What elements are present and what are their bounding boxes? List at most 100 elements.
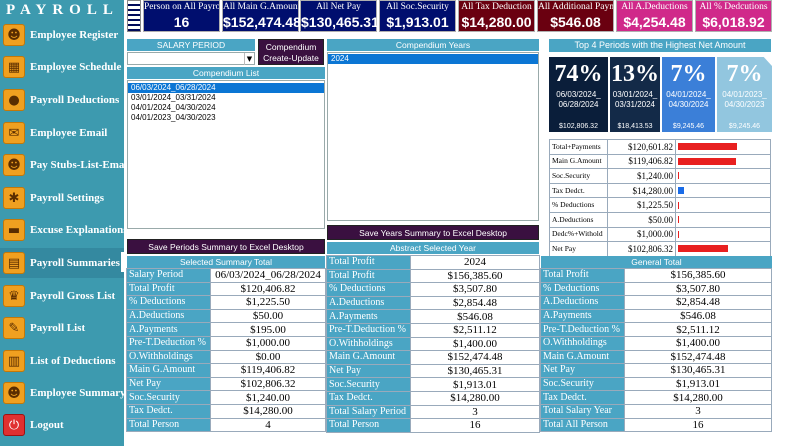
row-value: $1,400.00 <box>410 336 540 352</box>
nav-item-label: Payroll Deductions <box>30 94 120 106</box>
nav-item-label: Employee Summary <box>30 387 126 399</box>
table-row: % Deductions $1,225.50 <box>549 197 771 213</box>
employee-summary-icon: ☻ <box>3 382 25 404</box>
table-row: Tax Dedct. $14,280.00 <box>549 182 771 199</box>
table-row: Net Pay $102,806.32 <box>549 241 771 257</box>
nav-item-employee-email[interactable]: ✉ Employee Email <box>0 118 124 148</box>
compendium-list-title: Compendium List <box>127 67 325 79</box>
table-row: Pre-T.Deduction % $2,511.12 <box>326 322 540 338</box>
list-item[interactable]: 03/01/2024_03/31/2024 <box>128 93 324 103</box>
stat-card-value: $546.08 <box>550 14 601 30</box>
bar-cell <box>675 168 771 184</box>
compendium-years-list[interactable]: 2024 <box>327 52 539 221</box>
bar-label: Tax Dedct. <box>549 182 608 199</box>
row-label: Salary Period <box>126 268 211 283</box>
bar-cell <box>675 182 771 199</box>
salary-period-select[interactable]: ▼ <box>127 52 255 65</box>
nav-item-logout[interactable]: ⏻ Logout <box>0 410 124 440</box>
row-label: Total Profit <box>540 268 625 283</box>
bar-value: $120,601.82 <box>607 139 676 155</box>
tile-amount: $18,413.53 <box>617 123 653 130</box>
app-title: PAYROLL <box>6 2 119 18</box>
table-row: Total Salary Period 3 <box>326 404 540 420</box>
stat-card-value: $130,465.31 <box>301 14 379 30</box>
abstract-year-table: Total Profit 2024 Total Profit $156,385.60%… <box>326 255 540 433</box>
row-value: $3,507.80 <box>624 281 772 297</box>
gear-icon: ✱ <box>3 187 25 209</box>
save-years-button[interactable]: Save Years Summary to Excel Desktop <box>327 225 539 240</box>
table-row: % Deductions $3,507.80 <box>326 282 540 297</box>
tile-amount: $9,245.46 <box>672 123 705 130</box>
table-row: Salary Period 06/03/2024_06/28/2024 <box>126 268 326 283</box>
stat-card-value: $14,280.00 <box>461 14 532 30</box>
row-value: 4 <box>210 417 326 433</box>
list-item[interactable]: 04/01/2024_04/30/2024 <box>128 103 324 113</box>
tile-dates: 04/01/2023_ 04/30/2023 <box>722 90 767 109</box>
nav-item-employee-register[interactable]: ☻ Employee Register <box>0 20 124 50</box>
nav-item-payroll-settings[interactable]: ✱ Payroll Settings <box>0 183 124 213</box>
table-row: Total Person 4 <box>126 417 326 433</box>
nav-item-payroll-deductions[interactable]: ● Payroll Deductions <box>0 85 124 115</box>
row-value: 06/03/2024_06/28/2024 <box>210 268 326 283</box>
row-label: Tax Dedct. <box>540 390 625 405</box>
nav-item-label: Pay Stubs-List-Email <box>30 159 131 171</box>
row-label: Pre-T.Deduction % <box>126 335 211 351</box>
tile-amount: $102,806.32 <box>559 123 598 130</box>
sidebar: PAYROLL ☻ Employee Register ▦ Employee Sche… <box>0 0 131 446</box>
chevron-down-icon[interactable]: ▼ <box>244 53 254 65</box>
table-row: % Deductions $3,507.80 <box>540 281 772 297</box>
tile-dates: 03/01/2024_ 03/31/2024 <box>612 90 658 109</box>
bar-label: Total+Payments <box>549 139 608 155</box>
nav-item-payroll-gross-list[interactable]: ♛ Payroll Gross List <box>0 281 124 311</box>
row-label: Main G.Amount <box>126 363 211 378</box>
nav-item-label: Payroll Summaries <box>30 257 120 269</box>
stat-card-title: All A.Deductions <box>621 2 688 12</box>
row-value: $1,240.00 <box>210 390 326 405</box>
salary-period-label: SALARY PERIOD <box>127 39 255 51</box>
nav-item-list-of-deductions[interactable]: ▥ List of Deductions <box>0 346 124 376</box>
nav-item-payroll-list[interactable]: ✎ Payroll List <box>0 313 124 343</box>
row-label: Total Person <box>326 418 411 433</box>
top4-title: Top 4 Periods with the Highest Net Amoun… <box>549 39 771 52</box>
nav-item-label: Payroll Settings <box>30 192 105 204</box>
decorative-strip <box>127 0 141 32</box>
compendium-create-button[interactable]: Compendium Create-Update <box>258 39 324 65</box>
save-periods-button[interactable]: Save Periods Summary to Excel Desktop <box>127 239 325 254</box>
stat-card-title: All % Dedcutions <box>699 2 768 12</box>
table-row: O.Withholdings $1,400.00 <box>540 335 772 351</box>
stat-card-title: All Main G.Amount <box>223 2 298 12</box>
table-row: A.Deductions $2,854.48 <box>326 295 540 311</box>
row-label: A.Deductions <box>126 308 211 324</box>
row-label: % Deductions <box>126 295 211 310</box>
row-label: Net Pay <box>126 376 211 392</box>
nav-item-payroll-summaries[interactable]: ▤ Payroll Summaries <box>0 248 124 278</box>
row-label: Pre-T.Deduction % <box>326 322 411 338</box>
row-value: $3,507.80 <box>410 282 540 297</box>
list-item[interactable]: 2024 <box>328 54 538 64</box>
list-item[interactable]: 04/01/2023_04/30/2023 <box>128 113 324 123</box>
row-value: $152,474.48 <box>410 350 540 365</box>
nav-item-employee-schedule[interactable]: ▦ Employee Schedule <box>0 52 124 82</box>
row-label: A.Payments <box>126 322 211 337</box>
stat-card: Person on All Payro 16 <box>143 0 220 32</box>
employee-register-icon: ☻ <box>3 24 25 46</box>
compendium-list[interactable]: 06/03/2024_06/28/2024 03/01/2024_03/31/20… <box>127 80 325 229</box>
top-period-tile: 7% 04/01/2023_ 04/30/2023 $9,245.46 <box>717 57 772 132</box>
table-row: Total Person 16 <box>326 418 540 433</box>
list-item[interactable]: 06/03/2024_06/28/2024 <box>128 83 324 93</box>
nav-item-pay-stubs-list-email[interactable]: ☻ Pay Stubs-List-Email <box>0 150 131 180</box>
row-value: $195.00 <box>210 322 326 337</box>
bar-label: Soc.Security <box>549 168 608 184</box>
table-row: A.Deductions $50.00 <box>549 211 771 228</box>
row-value: $50.00 <box>210 308 326 324</box>
row-label: O.Withholdings <box>326 336 411 352</box>
stat-card-value: 16 <box>173 14 190 30</box>
nav-item-label: Payroll Gross List <box>30 290 116 302</box>
nav-item-label: Employee Register <box>30 29 119 41</box>
nav-item-employee-summary[interactable]: ☻ Employee Summary <box>0 378 126 408</box>
tile-percent: 7% <box>670 61 707 87</box>
tile-percent: 7% <box>726 61 763 87</box>
stat-card-title: All Net Pay <box>316 2 361 12</box>
row-label: Main G.Amount <box>540 349 625 365</box>
nav-item-excuse-explanations[interactable]: ▬ Excuse Explanations <box>0 215 128 245</box>
